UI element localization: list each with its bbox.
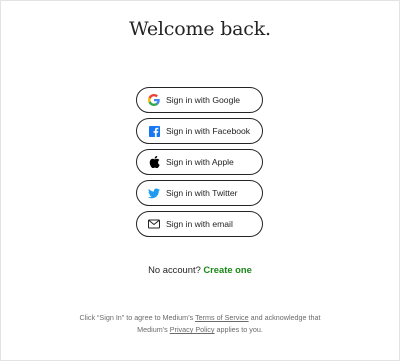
sign-in-dialog: Welcome back. Sign in with Google Sign i…: [0, 0, 400, 361]
legal-text: and acknowledge that: [248, 313, 321, 322]
sign-in-facebook-button[interactable]: Sign in with Facebook: [136, 118, 263, 144]
sign-in-google-label: Sign in with Google: [166, 95, 241, 105]
google-icon: [148, 94, 160, 106]
sign-in-apple-label: Sign in with Apple: [166, 157, 234, 167]
legal-text: Medium’s: [137, 325, 170, 334]
sign-in-google-button[interactable]: Sign in with Google: [136, 87, 263, 113]
sign-in-apple-button[interactable]: Sign in with Apple: [136, 149, 263, 175]
privacy-policy-link[interactable]: Privacy Policy: [170, 325, 215, 334]
sign-in-twitter-button[interactable]: Sign in with Twitter: [136, 180, 263, 206]
terms-of-service-link[interactable]: Terms of Service: [195, 313, 249, 322]
legal-notice: Click “Sign In” to agree to Medium’s Ter…: [1, 312, 399, 336]
no-account-text: No account?: [148, 264, 201, 275]
mail-icon: [148, 218, 160, 230]
apple-icon: [148, 156, 160, 168]
legal-line-1: Click “Sign In” to agree to Medium’s Ter…: [1, 312, 399, 324]
sign-in-facebook-label: Sign in with Facebook: [166, 126, 251, 136]
legal-text: Click “Sign In” to agree to Medium’s: [79, 313, 196, 322]
signup-prompt: No account? Create one: [1, 264, 399, 275]
legal-text: applies to you.: [214, 325, 263, 334]
twitter-icon: [148, 187, 160, 199]
facebook-icon: [148, 125, 160, 137]
sign-in-email-label: Sign in with email: [166, 219, 233, 229]
sign-in-twitter-label: Sign in with Twitter: [166, 188, 238, 198]
legal-line-2: Medium’s Privacy Policy applies to you.: [1, 324, 399, 336]
page-title: Welcome back.: [129, 18, 271, 40]
create-account-link[interactable]: Create one: [203, 264, 251, 275]
sign-in-email-button[interactable]: Sign in with email: [136, 211, 263, 237]
sign-in-options: Sign in with Google Sign in with Faceboo…: [136, 87, 263, 242]
